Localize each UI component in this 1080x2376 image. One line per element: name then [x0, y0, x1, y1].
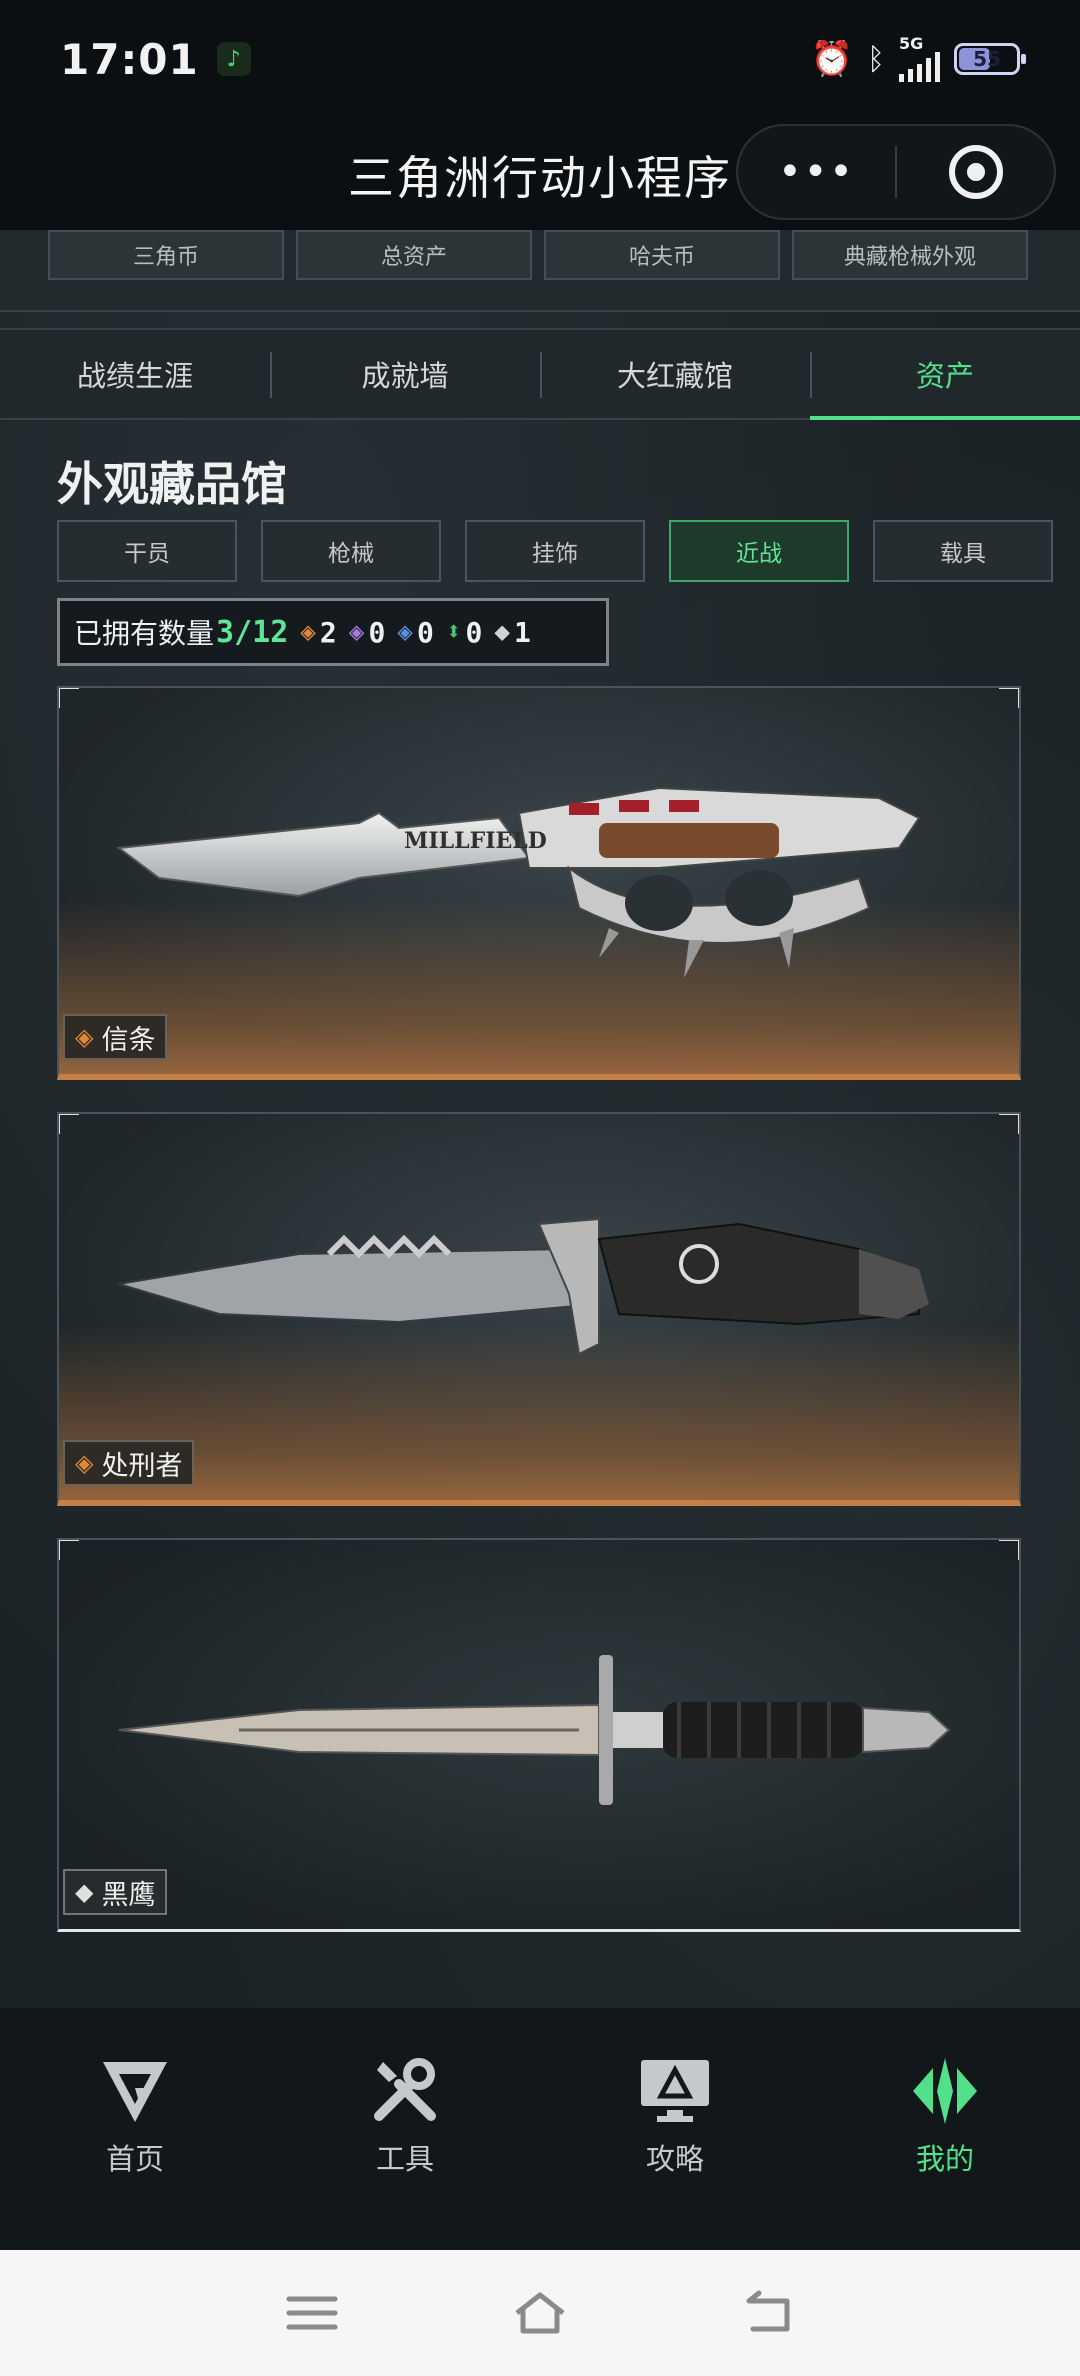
tab-achievement-wall[interactable]: 成就墙: [270, 330, 540, 418]
category-filter-row: 干员 枪械 挂饰 近战 载具: [57, 520, 1053, 582]
bayonet-knife-image: [118, 1655, 951, 1805]
alarm-icon: ⏰: [810, 39, 853, 79]
item-card-blackhawk[interactable]: ◆ 黑鹰: [57, 1538, 1021, 1932]
signal-icon: 5G: [899, 36, 940, 82]
executioner-knife-image: [118, 1217, 929, 1356]
filter-firearms[interactable]: 枪械: [261, 520, 441, 582]
main-tabs: 战绩生涯 成就墙 大红藏馆 资产: [0, 328, 1080, 420]
tab-red-collection[interactable]: 大红藏馆: [540, 330, 810, 418]
monitor-guide-icon: [641, 2060, 709, 2122]
g-logo-icon: [103, 2062, 167, 2122]
gold-diamond-icon: ◈: [300, 617, 316, 647]
profile-diamond-icon: [913, 2058, 977, 2124]
nav-guide-label: 攻略: [645, 2142, 704, 2176]
rarity-white-value: 1: [513, 615, 531, 649]
battery-level: 55: [973, 47, 1001, 71]
rarity-gold-value: 2: [319, 615, 337, 649]
nav-guide[interactable]: 攻略: [540, 2008, 810, 2250]
music-app-icon: ♪: [216, 42, 251, 76]
mini-program-capsule: •••: [736, 124, 1056, 220]
filter-vehicles[interactable]: 载具: [873, 520, 1053, 582]
back-icon[interactable]: [739, 2289, 797, 2337]
section-title: 外观藏品馆: [57, 457, 287, 511]
filter-operators[interactable]: 干员: [57, 520, 237, 582]
owned-label: 已拥有数量: [74, 617, 215, 650]
item-label-creed: ◈ 信条: [63, 1014, 168, 1060]
rarity-green-value: 0: [465, 615, 483, 649]
blue-diamond-icon: ◈: [397, 617, 413, 647]
filter-melee[interactable]: 近战: [669, 520, 849, 582]
green-diamond-icon: ⬍: [445, 617, 462, 647]
owned-count-box: 已拥有数量 3/12 ◈ 2 ◈ 0 ◈ 0 ⬍ 0 ◆ 1: [57, 598, 609, 666]
battery-icon: 55: [954, 43, 1026, 75]
tab-assets[interactable]: 资产: [810, 330, 1080, 420]
knuckle-knife-image: MILLFIELD: [116, 786, 921, 978]
item-card-executioner[interactable]: ◈ 处刑者: [57, 1112, 1021, 1506]
asset-stat-strip: 三角币 总资产 哈夫币 典藏枪械外观: [0, 230, 1080, 312]
gold-diamond-icon: ◈: [75, 1449, 94, 1477]
purple-diamond-icon: ◈: [348, 617, 365, 647]
item-card-creed[interactable]: MILLFIELD ◈ 信条: [57, 686, 1021, 1080]
bottom-nav: 首页 工具 攻略 我的: [0, 2008, 1080, 2250]
nav-mine-label: 我的: [915, 2142, 974, 2176]
status-icons: ⏰ ᛒ 5G 55: [810, 36, 1026, 82]
bluetooth-icon: ᛒ: [867, 41, 885, 77]
stat-tab-total-assets[interactable]: 总资产: [296, 230, 532, 280]
stat-tab-haf-coin[interactable]: 哈夫币: [544, 230, 780, 280]
item-name: 处刑者: [101, 1450, 183, 1482]
item-label-executioner: ◈ 处刑者: [63, 1440, 195, 1486]
gold-diamond-icon: ◈: [75, 1023, 94, 1051]
status-time: 17:01: [60, 34, 199, 84]
blade-engraving: MILLFIELD: [404, 828, 547, 854]
target-close-icon: [948, 145, 1003, 199]
nav-tools[interactable]: 工具: [270, 2008, 540, 2250]
nav-home-label: 首页: [105, 2142, 164, 2176]
rarity-purple-count: ◈ 0: [349, 616, 386, 649]
item-name: 信条: [101, 1024, 156, 1056]
main-content: 三角币 总资产 哈夫币 典藏枪械外观 战绩生涯 成就墙 大红藏馆 资产 外观藏品…: [0, 230, 1080, 2008]
rarity-white-count: ◆ 1: [494, 616, 531, 649]
nav-mine[interactable]: 我的: [810, 2008, 1080, 2250]
more-options-button[interactable]: •••: [738, 149, 895, 195]
status-bar: 17:01 ♪ ⏰ ᛒ 5G 55: [0, 0, 1080, 118]
system-nav-bar: [0, 2250, 1080, 2376]
owned-count: 3/12: [216, 614, 289, 650]
nav-home[interactable]: 首页: [0, 2008, 270, 2250]
tab-career[interactable]: 战绩生涯: [0, 330, 270, 418]
rarity-blue-count: ◈ 0: [397, 616, 434, 649]
mini-program-title-bar: 三角洲行动小程序 •••: [0, 118, 1080, 230]
white-diamond-icon: ◆: [494, 617, 510, 647]
network-type: 5G: [899, 34, 924, 53]
menu-icon[interactable]: [283, 2289, 341, 2337]
nav-tools-label: 工具: [375, 2142, 434, 2176]
rarity-gold-count: ◈ 2: [300, 616, 337, 649]
filter-charms[interactable]: 挂饰: [465, 520, 645, 582]
close-mini-program-button[interactable]: [897, 145, 1054, 199]
rarity-purple-value: 0: [368, 615, 386, 649]
item-name: 黑鹰: [101, 1879, 156, 1911]
tools-icon: [374, 2058, 436, 2121]
home-icon[interactable]: [511, 2289, 569, 2337]
rarity-blue-value: 0: [416, 615, 434, 649]
stat-tab-collection-skins[interactable]: 典藏枪械外观: [792, 230, 1028, 280]
rarity-green-count: ⬍ 0: [446, 616, 483, 649]
item-label-blackhawk: ◆ 黑鹰: [63, 1869, 168, 1915]
white-diamond-icon: ◆: [75, 1878, 94, 1906]
stat-tab-triangle-coin[interactable]: 三角币: [48, 230, 284, 280]
